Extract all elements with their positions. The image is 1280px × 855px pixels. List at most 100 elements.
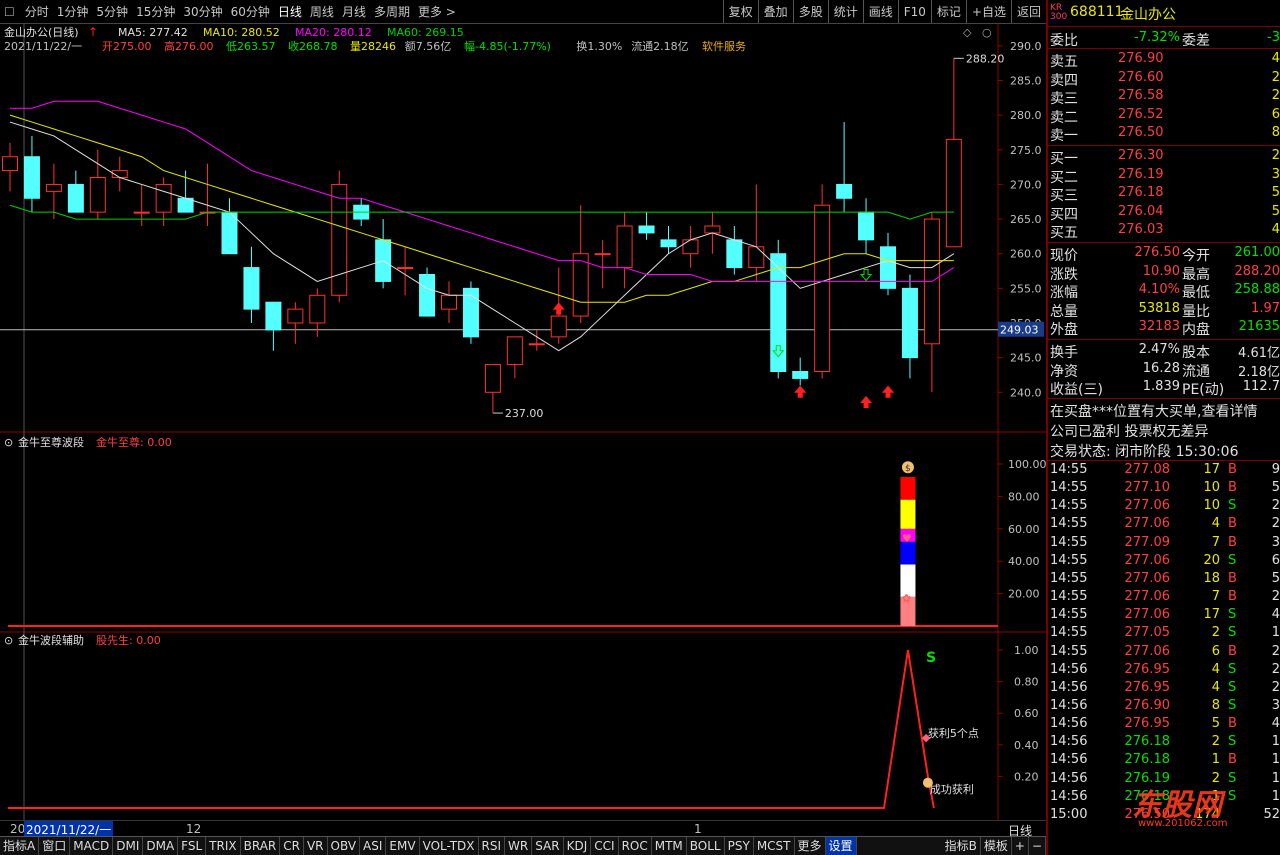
indicator-tab-25[interactable]: 设置 [825,837,857,855]
period-tab-10[interactable]: 更多 > [414,0,460,23]
indicator-tab-24[interactable]: 更多 [795,837,826,855]
tick-count: 5 [1271,480,1280,496]
buy-level-label: 买五 [1050,225,1078,241]
sell-level-2: 卖二 276.52 6 [1050,106,1280,126]
indicator-tab-16[interactable]: SAR [532,837,564,855]
stat2-value-left: 1.839 [1142,379,1180,394]
indicator-tab-5[interactable]: FSL [178,837,207,855]
indicator-tab-8[interactable]: CR [280,837,304,855]
indicator-tabs-bar: 指标A 窗口 MACD DMI DMA FSL TRIX BRAR CR VR OBV ASI EMV V… [0,836,1046,855]
bottom-right-button-3[interactable]: − [1029,837,1046,855]
period-tab-4[interactable]: 30分钟 [179,0,226,23]
indicator-tab-0[interactable]: 指标A [0,837,40,855]
candle-body-3 [67,183,84,213]
indicator-tab-12[interactable]: EMV [386,837,420,855]
stat-row-2: 涨幅 4.10% 最低 258.88 [1050,282,1280,301]
indicator-tab-15[interactable]: WR [505,837,533,855]
tick-side: S [1228,679,1237,695]
toolbar-button-1[interactable]: 叠加 [757,0,793,23]
candle-body-10 [221,211,238,255]
period-tab-7[interactable]: 周线 [306,0,338,23]
toolbar-button-5[interactable]: F10 [897,0,931,23]
indicator-tab-10[interactable]: OBV [328,837,361,855]
tick-price: 277.06 [1124,570,1171,586]
period-tab-3[interactable]: 15分钟 [132,0,179,23]
toolbar-button-8[interactable]: 返回 [1010,0,1046,23]
indicator-tab-11[interactable]: ASI [360,837,387,855]
trade-status: 交易状态: 闭市阶段 15:30:06 [1050,444,1239,460]
bottom-right-button-2[interactable]: + [1012,837,1029,855]
big-order-notice[interactable]: 在买盘***位置有大买单,查看详情 [1050,401,1257,421]
tick-price: 277.06 [1124,516,1171,532]
weibi-value: -7.32% [1134,30,1180,45]
stat-row-0: 现价 276.50 今开 261.00 [1050,245,1280,264]
tick-volume: 20 [1203,552,1220,568]
indicator-tab-20[interactable]: MTM [652,837,687,855]
stock-name: 金山办公 [1120,7,1176,23]
bottom-right-button-1[interactable]: 模板 [981,837,1012,855]
indicator-tab-2[interactable]: MACD [70,837,114,855]
toolbar-button-2[interactable]: 多股 [792,0,828,23]
candle-body-32 [704,225,721,234]
toolbar-button-4[interactable]: 画线 [862,0,898,23]
info-field-5: 量28246 [350,40,396,53]
bottom-right-button-0[interactable]: 指标B [942,837,981,855]
high-label: 288.20 [966,52,1005,65]
candle-body-4 [89,177,106,213]
chart-area: 290.0 285.0 280.0 275.0 270.0 265.0 260.0 255.0… [0,24,1047,820]
sell-level-volume: 2 [1271,88,1280,103]
tick-side: S [1228,661,1237,677]
candle-body-14 [309,294,326,324]
indicator-tab-19[interactable]: ROC [619,837,652,855]
date-axis-bar: 20 2021/11/22/一 12 1 日线 [0,820,1046,838]
indicator-tab-17[interactable]: KDJ [564,837,592,855]
tick-time: 14:55 [1050,462,1088,477]
period-tab-9[interactable]: 多周期 [370,0,414,23]
toolbar-button-7[interactable]: +自选 [965,0,1011,23]
tick-count: 5 [1271,570,1280,586]
quote-panel: KR 300 688111 金山办公 委比 -7.32% 委差 -3 卖五 276.90 4 卖四 27… [1046,0,1280,855]
indicator-tab-4[interactable]: DMA [143,837,179,855]
indicator-tab-21[interactable]: BOLL [687,837,725,855]
period-tab-8[interactable]: 月线 [338,0,370,23]
stat-value-right: 1.97 [1251,300,1280,316]
stat2-row-0: 换手 2.47% 股本 4.61亿 [1050,342,1280,361]
tick-time: 14:55 [1050,589,1088,605]
toolbar-button-3[interactable]: 统计 [827,0,863,23]
tick-count: 2 [1271,516,1280,532]
indicator-tab-23[interactable]: MCST [754,837,795,855]
period-tab-5[interactable]: 60分钟 [227,0,274,23]
indicator-tab-9[interactable]: VR [304,837,328,855]
buy-level-volume: 2 [1271,148,1280,163]
indicator-tab-13[interactable]: VOL-TDX [420,837,479,855]
info-field-1: 开275.00 [102,40,152,53]
sub1-ytick-label-2: 60.00 [1008,523,1040,536]
toolbar-button-0[interactable]: 复权 [722,0,758,23]
period-tab-6[interactable]: 日线 [274,0,306,23]
indicator-tab-7[interactable]: BRAR [241,837,281,855]
indicator-tab-22[interactable]: PSY [725,837,754,855]
menu-icon[interactable]: ☐ [0,0,21,23]
indicator-tab-6[interactable]: TRIX [206,837,241,855]
tick-row-16: 14:56 276.18 1 B 1 [1050,752,1280,770]
toolbar-button-6[interactable]: 标记 [930,0,966,23]
indicator-tab-18[interactable]: CCI [591,837,619,855]
period-tab-0[interactable]: 分时 [21,0,53,23]
sell-level-price: 276.52 [1118,106,1164,122]
sub1-ytick-label-1: 80.00 [1008,490,1040,503]
buy-level-price: 276.19 [1118,166,1164,182]
quote-divider-2 [1048,145,1280,146]
period-tab-1[interactable]: 1分钟 [53,0,93,23]
period-tab-2[interactable]: 5分钟 [92,0,132,23]
indicator-tab-1[interactable]: 窗口 [39,837,71,855]
sub2-collapse-icon: ⊙ [4,634,13,647]
stat2-label-left: 收益(三) [1050,382,1103,398]
indicator-tab-14[interactable]: RSI [479,837,506,855]
tick-price: 277.06 [1124,589,1171,605]
tick-price: 276.95 [1124,716,1171,732]
sub2-ytick-label-0: 1.00 [1014,644,1039,657]
stat-value-left: 10.90 [1142,263,1180,279]
indicator-tab-3[interactable]: DMI [113,837,144,855]
tick-row-9: 14:55 277.05 2 S 1 [1050,625,1280,643]
tick-count: 3 [1271,697,1280,713]
